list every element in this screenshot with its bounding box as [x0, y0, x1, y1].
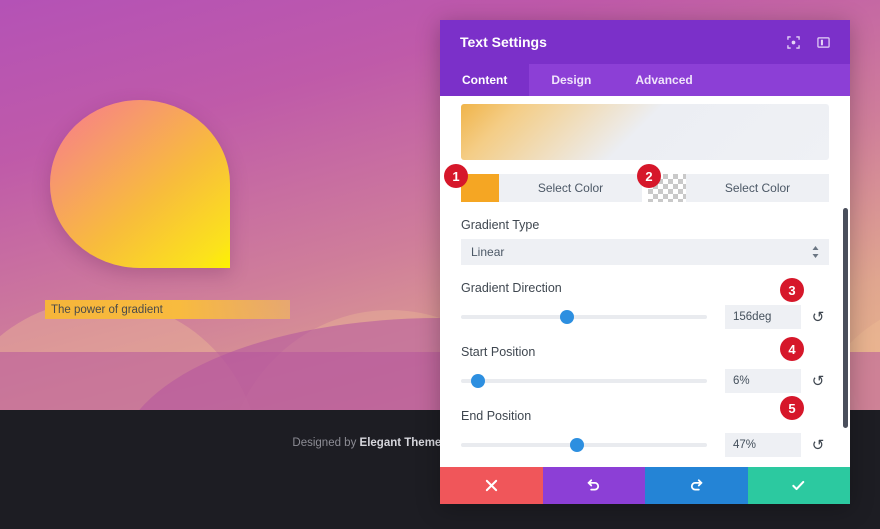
- gradient-type-group: Gradient Type Linear: [461, 218, 829, 265]
- end-position-label: End Position: [461, 409, 532, 423]
- start-position-group: Start Position 6% ↺: [461, 345, 829, 393]
- reset-icon[interactable]: ↺: [807, 372, 829, 390]
- screenshot-root: The power of gradient Designed by Elegan…: [0, 0, 880, 529]
- start-position-row: 6% ↺: [461, 369, 829, 393]
- start-position-value[interactable]: 6%: [725, 369, 801, 393]
- text-settings-modal: Text Settings Content Design Advanced Se…: [440, 20, 850, 504]
- gradient-direction-row: 156deg ↺: [461, 305, 829, 329]
- save-button[interactable]: [747, 467, 850, 504]
- annotation-badge-2: 2: [637, 164, 661, 188]
- slider-thumb[interactable]: [559, 310, 574, 324]
- chevron-updown-icon: [812, 246, 819, 258]
- reset-icon[interactable]: ↺: [807, 308, 829, 326]
- gradient-preview: [461, 104, 829, 160]
- gradient-direction-label: Gradient Direction: [461, 281, 562, 295]
- gradient-direction-value[interactable]: 156deg: [725, 305, 801, 329]
- end-position-row: 47% ↺: [461, 433, 829, 457]
- gradient-type-select[interactable]: Linear: [461, 239, 829, 265]
- end-position-value[interactable]: 47%: [725, 433, 801, 457]
- footer-brand-elegant-themes[interactable]: Elegant Themes: [360, 437, 448, 449]
- start-position-slider[interactable]: [461, 374, 707, 388]
- slider-thumb[interactable]: [471, 374, 486, 388]
- tab-design[interactable]: Design: [529, 64, 613, 96]
- slider-thumb[interactable]: [569, 438, 584, 452]
- cancel-button[interactable]: [440, 467, 543, 504]
- tab-advanced[interactable]: Advanced: [613, 64, 714, 96]
- tab-content[interactable]: Content: [440, 64, 530, 96]
- redo-button[interactable]: [645, 467, 748, 504]
- annotation-badge-3: 3: [780, 278, 804, 302]
- headline-highlight-bar: The power of gradient: [45, 300, 290, 319]
- panel-scrollbar[interactable]: [843, 208, 848, 428]
- gradient-blob-shape: [50, 100, 230, 268]
- color-stop-2-label: Select Color: [724, 181, 791, 195]
- end-position-slider[interactable]: [461, 438, 707, 452]
- gradient-type-value: Linear: [471, 245, 505, 259]
- page-title: Text Settings: [460, 34, 547, 50]
- undo-button[interactable]: [542, 467, 645, 504]
- fullscreen-icon[interactable]: [780, 29, 806, 55]
- gradient-direction-slider[interactable]: [461, 310, 707, 324]
- gradient-direction-group: Gradient Direction 156deg ↺: [461, 281, 829, 329]
- color-stop-2-field[interactable]: Select Color: [648, 174, 829, 202]
- color-stop-1-label: Select Color: [537, 181, 604, 195]
- start-position-label: Start Position: [461, 345, 536, 359]
- reset-icon[interactable]: ↺: [807, 436, 829, 454]
- modal-tab-bar: Content Design Advanced: [440, 64, 850, 96]
- annotation-badge-4: 4: [780, 337, 804, 361]
- gradient-type-label: Gradient Type: [461, 218, 540, 232]
- modal-action-bar: [440, 467, 850, 504]
- end-position-group: End Position 47% ↺: [461, 409, 829, 457]
- headline-text: The power of gradient: [51, 303, 163, 316]
- annotation-badge-1: 1: [444, 164, 468, 188]
- layout-toggle-icon[interactable]: [810, 29, 836, 55]
- modal-header: Text Settings: [440, 20, 850, 64]
- footer-prefix: Designed by: [292, 437, 357, 449]
- color-stop-1-field[interactable]: Select Color: [461, 174, 642, 202]
- annotation-badge-5: 5: [780, 396, 804, 420]
